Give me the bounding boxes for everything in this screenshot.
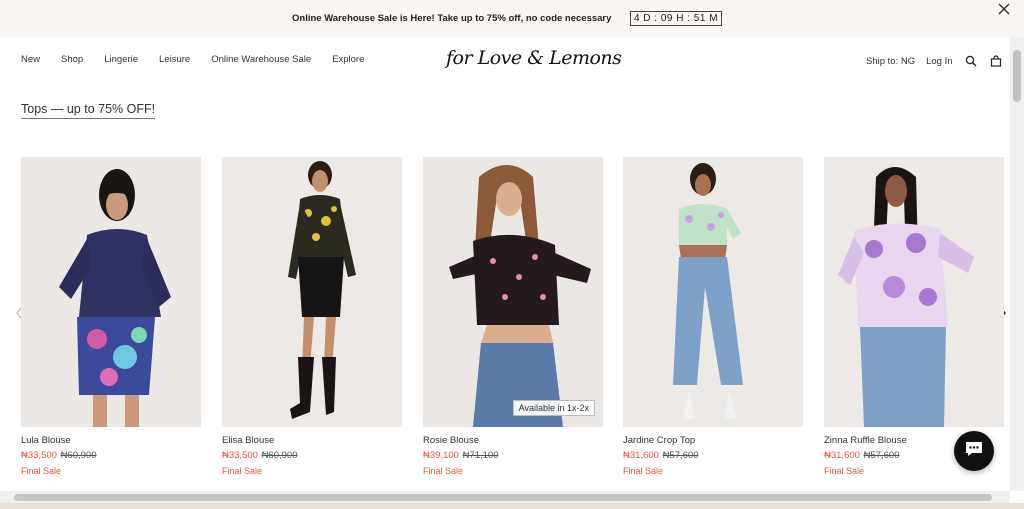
product-price: ₦33,500 ₦60,900	[21, 450, 201, 461]
nav-shop[interactable]: Shop	[61, 54, 83, 65]
sale-price: ₦33,500	[21, 450, 57, 461]
product-image[interactable]	[623, 157, 803, 427]
final-sale-badge: Final Sale	[21, 466, 62, 476]
promo-bar: Online Warehouse Sale is Here! Take up t…	[0, 0, 1024, 37]
size-availability-badge: Available in 1x-2x	[512, 400, 595, 416]
nav-online-warehouse-sale[interactable]: Online Warehouse Sale	[211, 54, 311, 65]
product-name[interactable]: Rosie Blouse	[423, 435, 603, 446]
sale-price: ₦31,600	[824, 450, 860, 461]
section-title[interactable]: Tops — up to 75% OFF!	[21, 102, 156, 119]
chat-button[interactable]	[954, 431, 994, 471]
original-price: ₦60,900	[60, 450, 97, 461]
horizontal-scrollbar-thumb[interactable]	[14, 494, 992, 501]
main-nav: New Shop Lingerie Leisure Online Warehou…	[21, 54, 385, 65]
chat-bubble-icon	[964, 440, 984, 463]
product-price: ₦33,500 ₦60,900	[222, 450, 402, 461]
nav-lingerie[interactable]: Lingerie	[104, 54, 138, 65]
product-card[interactable]: Zinna Ruffle Blouse ₦31,600 ₦57,600 Fina…	[824, 157, 1004, 476]
original-price: ₦57,600	[662, 450, 699, 461]
close-icon[interactable]	[996, 1, 1012, 17]
product-price: ₦31,600 ₦57,600	[623, 450, 803, 461]
nav-explore[interactable]: Explore	[332, 54, 364, 65]
promo-text: Online Warehouse Sale is Here! Take up t…	[292, 13, 612, 24]
product-image[interactable]: Available in 1x-2x	[423, 157, 603, 427]
original-price: ₦57,600	[863, 450, 900, 461]
sale-price: ₦39,100	[423, 450, 459, 461]
product-image[interactable]	[21, 157, 201, 427]
countdown-timer: 4 D : 09 H : 51 M	[630, 11, 722, 26]
final-sale-badge: Final Sale	[222, 466, 263, 476]
vertical-scrollbar-thumb[interactable]	[1013, 50, 1021, 102]
nav-new[interactable]: New	[21, 54, 40, 65]
header-utilities: Ship to: NG Log In	[866, 54, 1014, 68]
search-icon[interactable]	[964, 54, 978, 68]
bag-icon[interactable]	[989, 54, 1003, 68]
next-section-peek	[0, 503, 1024, 509]
product-image[interactable]	[824, 157, 1004, 427]
sale-price: ₦31,600	[623, 450, 659, 461]
product-price: ₦39,100 ₦71,100	[423, 450, 603, 461]
product-name[interactable]: Jardine Crop Top	[623, 435, 803, 446]
product-card[interactable]: Elisa Blouse ₦33,500 ₦60,900 Final Sale	[222, 157, 402, 476]
site-header: New Shop Lingerie Leisure Online Warehou…	[0, 37, 1010, 85]
product-image[interactable]	[222, 157, 402, 427]
product-card[interactable]: Lula Blouse ₦33,500 ₦60,900 Final Sale	[21, 157, 201, 476]
login-link[interactable]: Log In	[926, 56, 952, 67]
product-card[interactable]: Jardine Crop Top ₦31,600 ₦57,600 Final S…	[623, 157, 803, 476]
sale-price: ₦33,500	[222, 450, 258, 461]
nav-leisure[interactable]: Leisure	[159, 54, 190, 65]
vertical-scrollbar[interactable]	[1010, 37, 1024, 491]
product-card[interactable]: Available in 1x-2x Rosie Blouse ₦39,100 …	[423, 157, 603, 476]
product-name[interactable]: Elisa Blouse	[222, 435, 402, 446]
brand-logo[interactable]: for Love & Lemons	[446, 47, 622, 69]
original-price: ₦60,900	[261, 450, 298, 461]
product-name[interactable]: Lula Blouse	[21, 435, 201, 446]
original-price: ₦71,100	[462, 450, 499, 461]
final-sale-badge: Final Sale	[623, 466, 664, 476]
final-sale-badge: Final Sale	[423, 466, 464, 476]
horizontal-scrollbar[interactable]	[0, 491, 1010, 503]
ship-to-selector[interactable]: Ship to: NG	[866, 56, 915, 67]
